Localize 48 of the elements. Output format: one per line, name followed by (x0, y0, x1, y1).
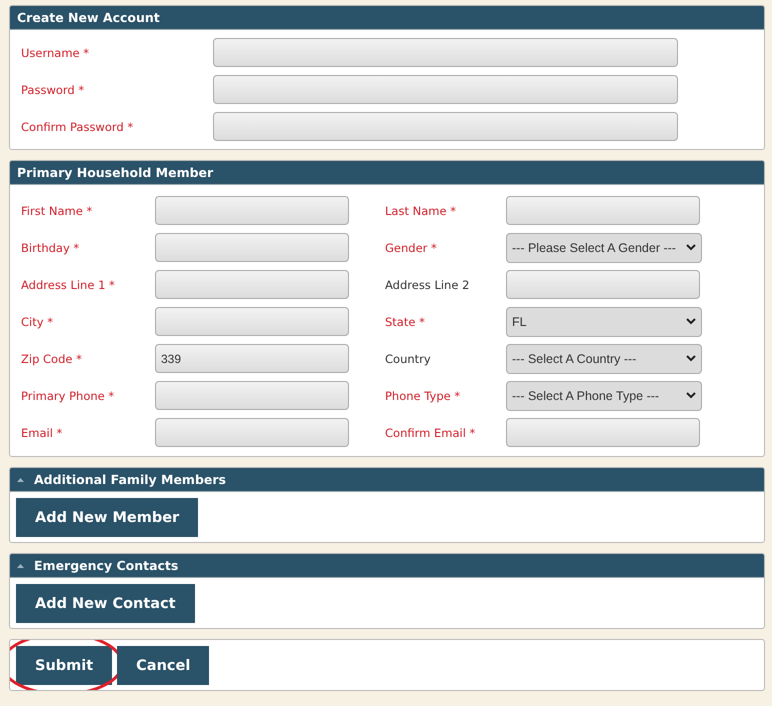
field-label: Phone Type * (384, 388, 462, 402)
input-field[interactable] (506, 196, 700, 225)
field-label: Primary Phone * (20, 388, 116, 402)
input-field[interactable]: 339 (155, 344, 349, 373)
chevron-down-icon (686, 355, 696, 362)
panel-header: Primary Household Member (10, 161, 764, 185)
dropdown[interactable]: FL (506, 306, 702, 336)
input-field[interactable] (155, 418, 349, 447)
dropdown[interactable]: --- Select A Phone Type --- (506, 380, 702, 410)
field-label: Password * (20, 82, 86, 96)
input-field[interactable] (155, 381, 349, 410)
chevron-down-icon (686, 318, 696, 325)
field-label: City * (20, 314, 54, 328)
field-label: Country (384, 352, 432, 366)
cancel-button[interactable]: Cancel (117, 646, 210, 685)
dropdown[interactable]: --- Select A Country --- (506, 344, 702, 374)
panel-header: Create New Account (10, 6, 764, 30)
panel-header: Emergency Contacts (10, 554, 764, 578)
chevron-down-icon (686, 244, 696, 251)
field-label: State * (384, 314, 426, 328)
field-label: Confirm Password * (20, 120, 134, 134)
field-label: First Name * (20, 204, 94, 218)
input-field[interactable] (213, 38, 678, 67)
field-label: Address Line 2 (384, 278, 470, 292)
collapse-icon[interactable] (17, 564, 24, 568)
input-field[interactable] (155, 307, 349, 336)
field-label: Address Line 1 * (20, 278, 116, 292)
dropdown[interactable]: --- Please Select A Gender --- (506, 232, 702, 262)
submit-button[interactable]: Submit (16, 646, 112, 685)
add-button[interactable]: Add New Contact (16, 584, 195, 623)
input-field[interactable] (155, 233, 349, 262)
field-label: Confirm Email * (384, 426, 476, 440)
field-label: Birthday * (20, 240, 80, 254)
input-field[interactable] (155, 270, 349, 299)
input-field[interactable] (155, 196, 349, 225)
input-field[interactable] (213, 75, 678, 104)
panel-header: Additional Family Members (10, 468, 764, 492)
field-label: Zip Code * (20, 352, 83, 366)
chevron-down-icon (686, 392, 696, 399)
field-label: Email * (20, 426, 64, 440)
add-button[interactable]: Add New Member (16, 498, 198, 537)
input-field[interactable] (213, 112, 678, 141)
field-label: Gender * (384, 240, 438, 254)
field-label: Username * (20, 46, 90, 60)
collapse-icon[interactable] (17, 478, 24, 482)
input-field[interactable] (506, 270, 700, 299)
field-label: Last Name * (384, 204, 457, 218)
input-field[interactable] (506, 418, 700, 447)
